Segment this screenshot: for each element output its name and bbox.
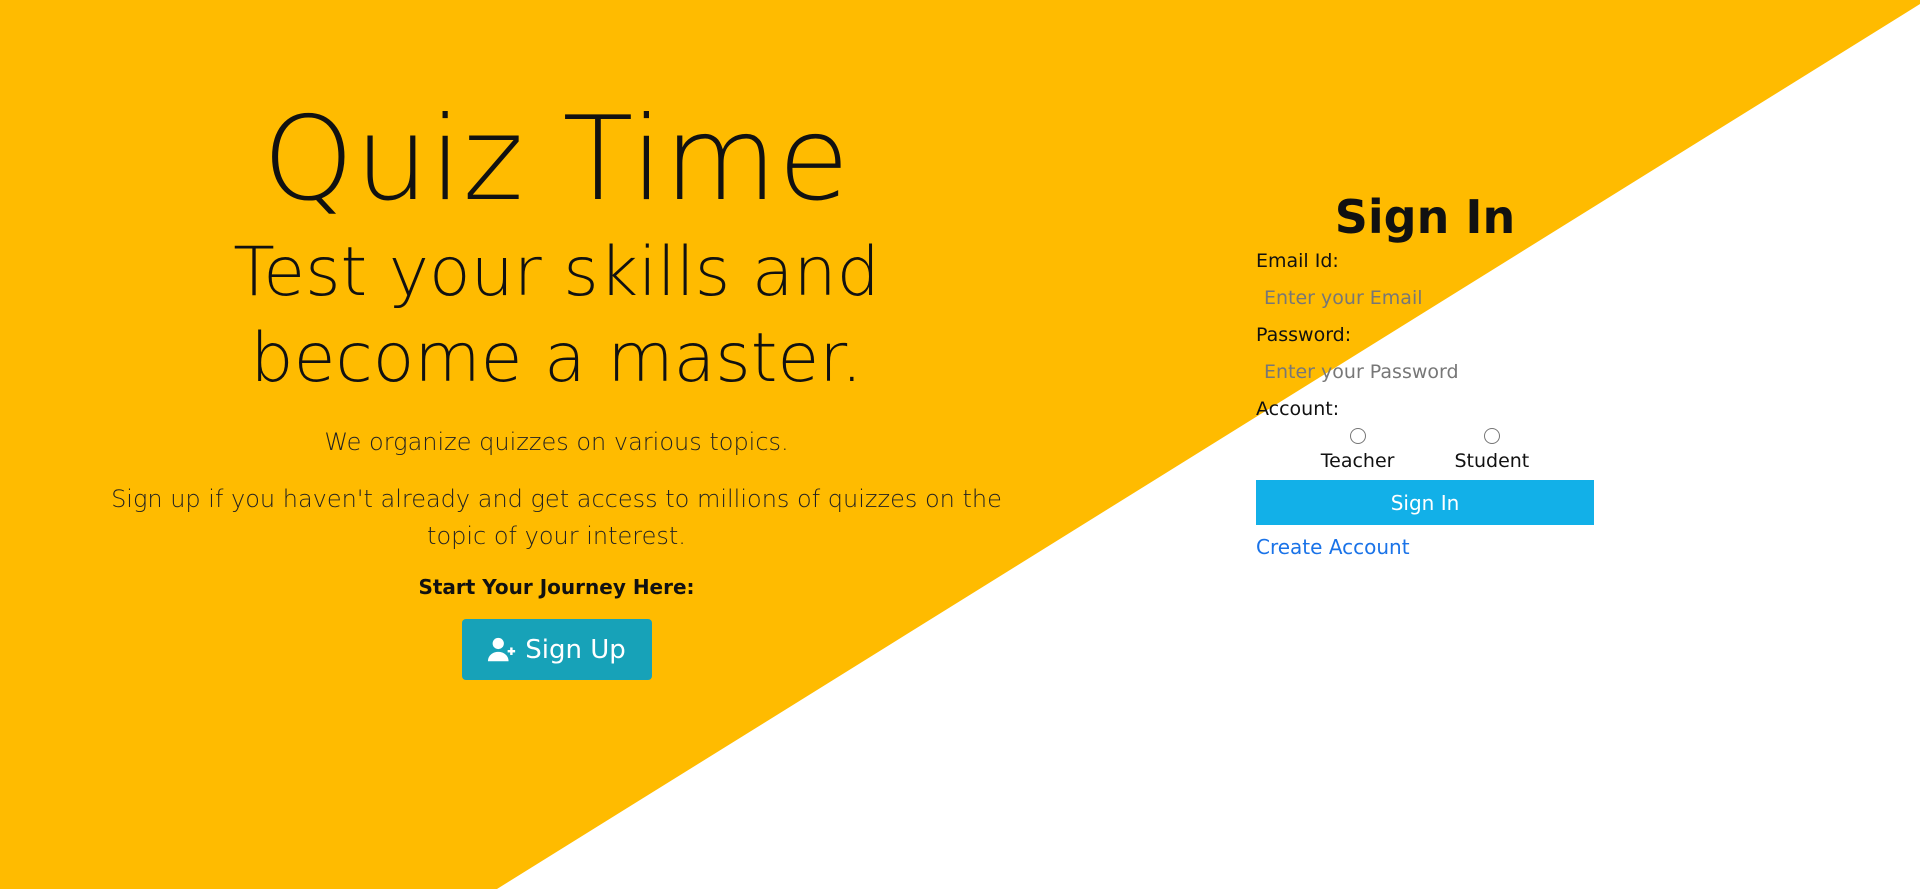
cta-label: Start Your Journey Here: (418, 575, 695, 599)
sign-up-label: Sign Up (525, 634, 626, 665)
password-label: Password: (1256, 324, 1352, 346)
account-option-teacher[interactable]: Teacher (1320, 428, 1395, 472)
account-type-group: Teacher Student (1256, 428, 1594, 472)
sign-up-button[interactable]: Sign Up (461, 619, 652, 680)
student-radio[interactable] (1483, 428, 1500, 444)
teacher-label: Teacher (1320, 450, 1395, 472)
hero-section: Quiz Time Test your skills and become a … (110, 90, 1003, 680)
sign-in-button[interactable]: Sign In (1256, 480, 1594, 525)
user-plus-icon (488, 637, 516, 661)
page: Quiz Time Test your skills and become a … (0, 0, 1920, 889)
hero-signup-prompt: Sign up if you haven't already and get a… (111, 485, 1002, 550)
create-account-link[interactable]: Create Account (1256, 535, 1410, 559)
hero-title: Quiz Time (262, 92, 851, 227)
hero-subtitle: Test your skills and become a master. (233, 233, 880, 398)
email-input[interactable] (1256, 280, 1594, 316)
email-label: Email Id: (1256, 250, 1339, 272)
teacher-radio[interactable] (1349, 428, 1366, 444)
account-label: Account: (1256, 398, 1340, 420)
account-option-student[interactable]: Student (1454, 428, 1529, 472)
password-input[interactable] (1256, 354, 1594, 390)
sign-in-title: Sign In (1334, 190, 1516, 244)
hero-description: We organize quizzes on various topics. (324, 428, 789, 456)
student-label: Student (1454, 450, 1530, 472)
sign-in-form: Sign In Email Id: Password: Account: Tea… (1256, 190, 1594, 559)
